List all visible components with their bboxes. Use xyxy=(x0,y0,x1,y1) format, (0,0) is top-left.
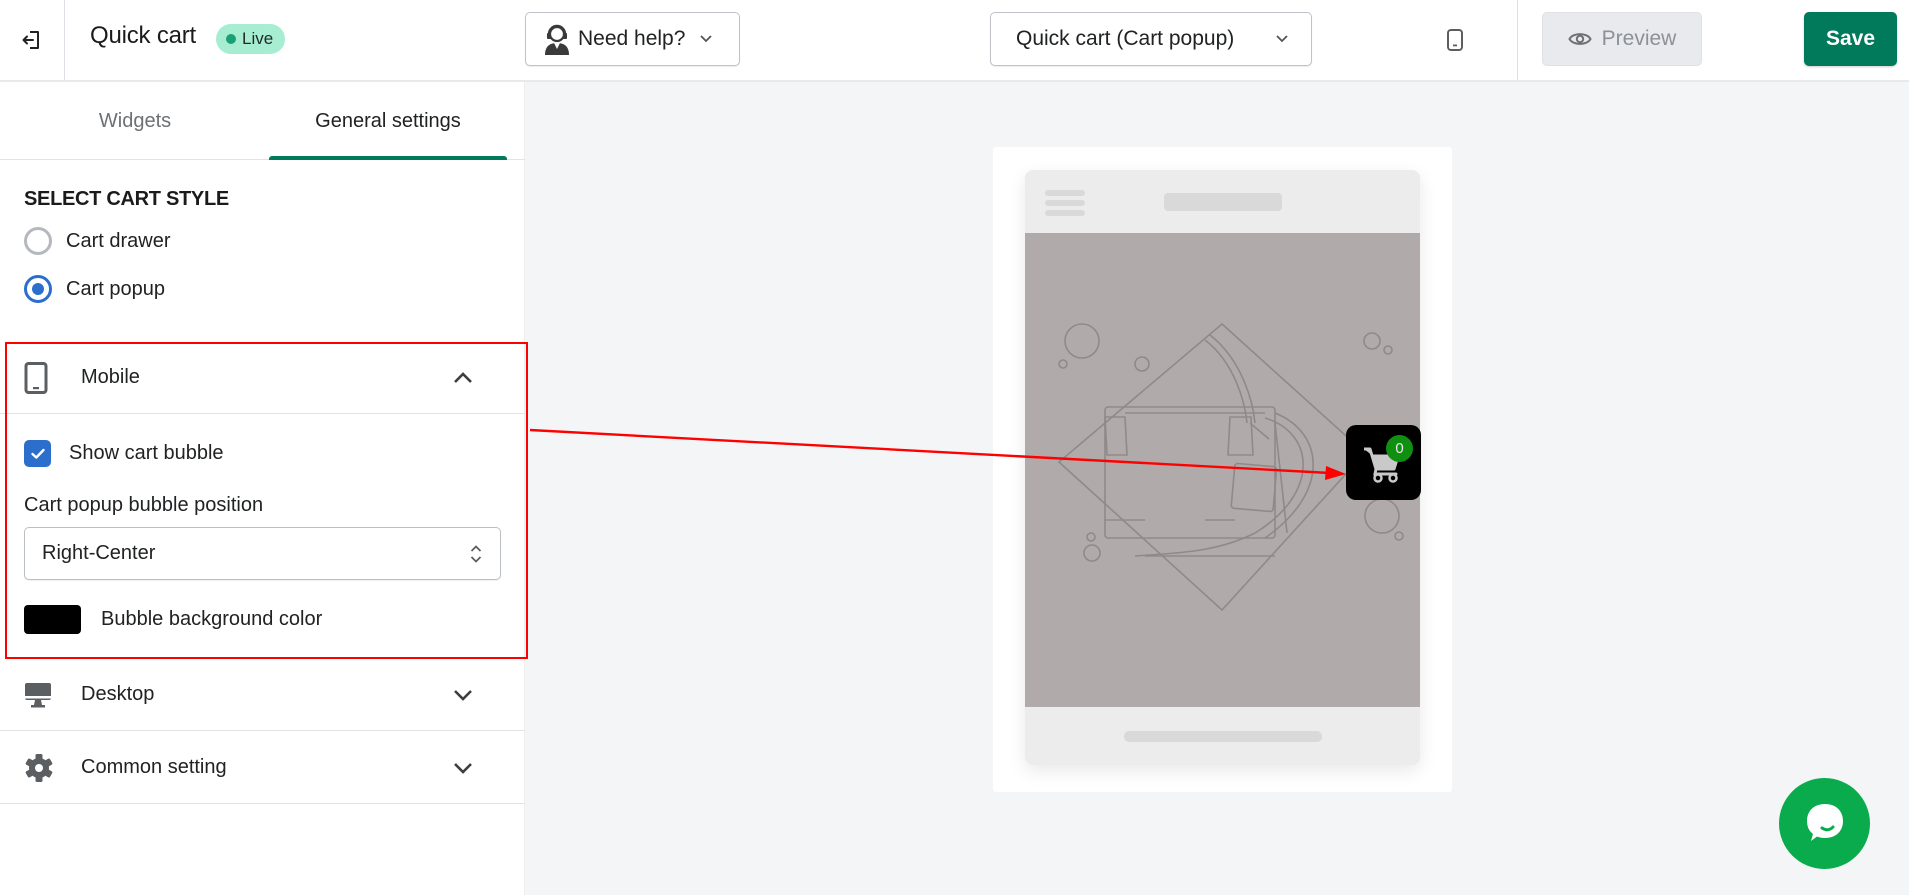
bubble-position-label: Cart popup bubble position xyxy=(24,494,264,516)
tab-general-settings[interactable]: General settings xyxy=(269,82,507,160)
eye-icon xyxy=(1568,33,1592,45)
radio-cart-drawer[interactable]: Cart drawer xyxy=(24,227,170,255)
cart-bubble-preview[interactable]: 0 xyxy=(1346,425,1421,500)
radio-label: Cart drawer xyxy=(66,229,171,252)
chat-bubble-icon xyxy=(1806,803,1843,841)
save-button[interactable]: Save xyxy=(1804,12,1897,66)
status-badge-label: Live xyxy=(242,29,274,48)
radio-button[interactable] xyxy=(24,275,52,303)
logo-placeholder xyxy=(1164,193,1282,211)
checkbox[interactable] xyxy=(24,440,51,467)
chevron-down-icon[interactable] xyxy=(452,761,474,775)
radio-label: Cart popup xyxy=(66,277,165,300)
section-title: SELECT CART STYLE xyxy=(24,188,229,210)
active-tab-indicator xyxy=(269,156,507,160)
preview-button[interactable]: Preview xyxy=(1542,12,1702,66)
need-help-label: Need help? xyxy=(578,27,686,50)
select-arrows-icon xyxy=(470,544,482,563)
chevron-down-icon[interactable] xyxy=(452,688,474,702)
preview-label: Preview xyxy=(1601,27,1677,50)
bubble-position-select[interactable]: Right-Center xyxy=(24,527,501,580)
top-bar: Quick cart Live Need help? Quick cart (C… xyxy=(0,0,1909,82)
bubble-color-picker[interactable]: Bubble background color xyxy=(24,605,322,634)
status-badge: Live xyxy=(216,24,286,54)
footer-placeholder xyxy=(1124,731,1322,742)
accordion-label: Mobile xyxy=(81,366,140,388)
need-help-button[interactable]: Need help? xyxy=(525,12,740,66)
desktop-icon xyxy=(25,682,51,707)
support-agent-icon xyxy=(545,24,569,55)
header-divider xyxy=(1517,0,1518,80)
shopping-cart-icon xyxy=(1364,447,1400,483)
show-cart-bubble-checkbox[interactable]: Show cart bubble xyxy=(24,440,224,467)
accordion-mobile[interactable]: Mobile xyxy=(0,342,525,414)
exit-button[interactable] xyxy=(0,0,65,80)
chevron-down-icon xyxy=(1276,35,1288,43)
accordion-label: Desktop xyxy=(81,683,155,705)
color-label: Bubble background color xyxy=(101,608,323,630)
checkmark-icon xyxy=(30,448,45,459)
gear-icon xyxy=(25,753,53,782)
tab-bar: Widgets General settings xyxy=(0,82,525,160)
mobile-device-icon xyxy=(1447,29,1463,51)
chevron-up-icon[interactable] xyxy=(452,371,474,385)
checkbox-label: Show cart bubble xyxy=(69,442,224,464)
page-selector-value: Quick cart (Cart popup) xyxy=(1016,27,1235,50)
chat-support-button[interactable] xyxy=(1779,778,1870,869)
select-value: Right-Center xyxy=(42,542,156,564)
cart-count-badge: 0 xyxy=(1386,435,1413,462)
mobile-icon xyxy=(24,361,48,394)
chevron-down-icon xyxy=(700,35,713,43)
color-swatch[interactable] xyxy=(24,605,81,634)
radio-cart-popup[interactable]: Cart popup xyxy=(24,275,165,303)
status-dot xyxy=(226,34,236,44)
exit-icon xyxy=(22,31,39,49)
radio-button[interactable] xyxy=(24,227,52,255)
accordion-desktop[interactable]: Desktop xyxy=(0,659,525,731)
device-toggle-button[interactable] xyxy=(1445,28,1465,57)
accordion-common-setting[interactable]: Common setting xyxy=(0,732,525,804)
settings-panel: Widgets General settings SELECT CART STY… xyxy=(0,82,525,895)
app-title: Quick cart xyxy=(90,22,197,49)
page-selector[interactable]: Quick cart (Cart popup) xyxy=(990,12,1312,66)
tab-widgets[interactable]: Widgets xyxy=(0,82,270,160)
hamburger-menu-icon xyxy=(1045,190,1085,220)
accordion-label: Common setting xyxy=(81,756,227,778)
